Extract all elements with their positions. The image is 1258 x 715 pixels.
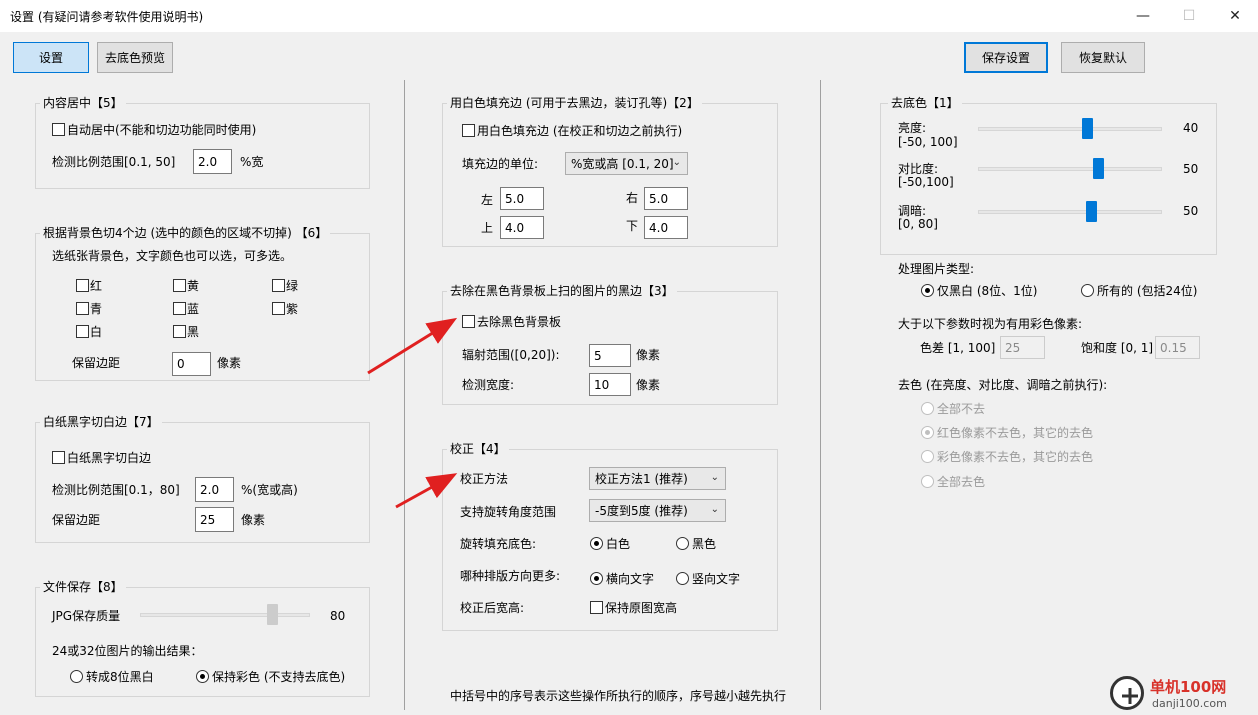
arrow-to-correction [395, 473, 458, 509]
watermark-plus-icon [1122, 688, 1138, 704]
watermark-url: danji100.com [1152, 697, 1227, 710]
arrow-to-black-bg [367, 317, 458, 375]
annotation-arrows [367, 317, 458, 509]
watermark-name: 单机100网 [1150, 678, 1227, 696]
